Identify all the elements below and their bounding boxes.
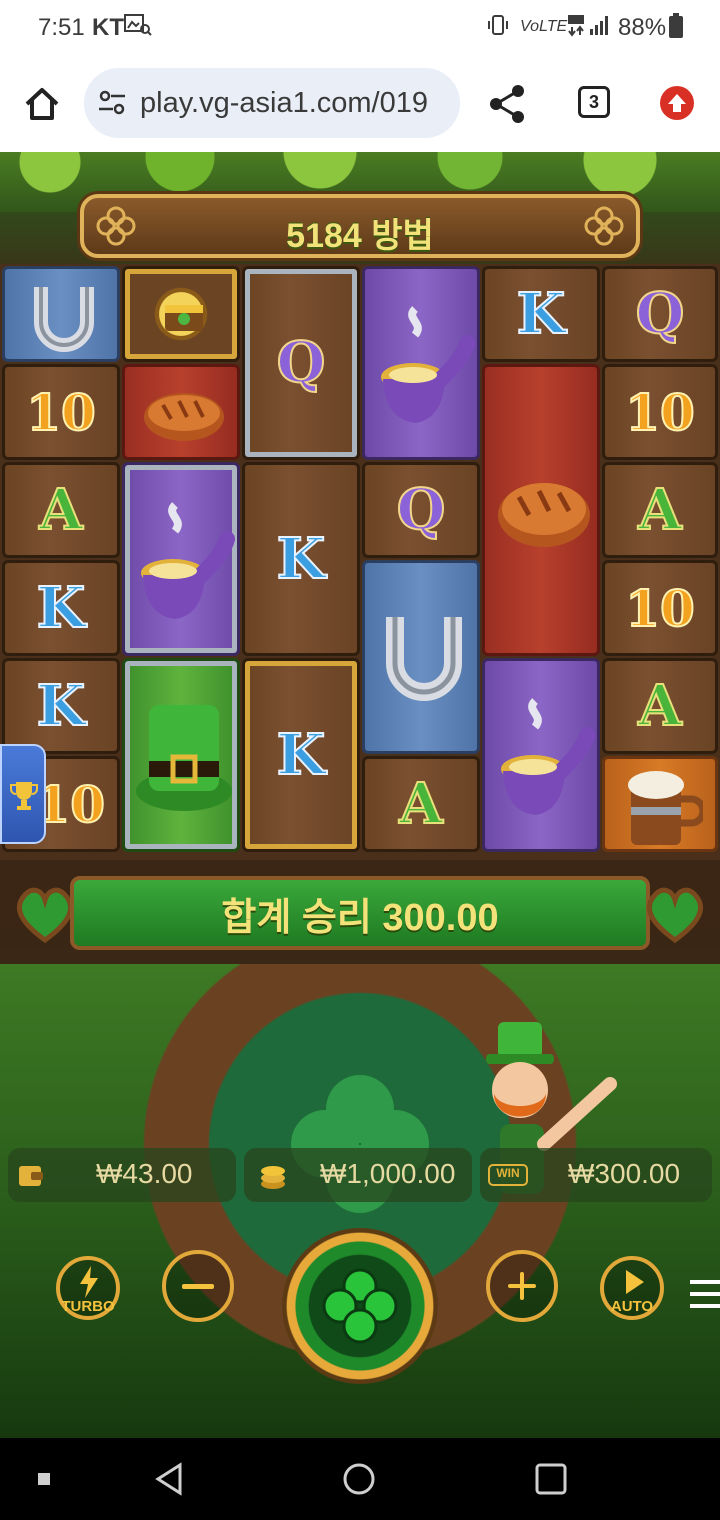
balance-value: ₩43.00	[96, 1158, 193, 1189]
address-bar[interactable]: play.vg-asia1.com/019	[84, 68, 460, 138]
screen: 7:51 KT VoLTE 88% play.vg-asia1.com/019	[0, 0, 720, 1520]
auto-label: AUTO	[610, 1298, 654, 1315]
gallery-notification-icon	[124, 13, 152, 43]
q-symbol: Q	[362, 462, 480, 558]
home-nav-icon[interactable]	[342, 1462, 376, 1501]
reel-grid: 10 A K K 10 Q K K Q A K Q 10 A 10 A	[0, 264, 720, 860]
update-icon[interactable]	[660, 86, 694, 120]
leprechaun-hat-symbol	[122, 658, 240, 852]
url-text: play.vg-asia1.com/019	[140, 87, 429, 119]
home-icon[interactable]	[22, 84, 62, 124]
browser-toolbar: play.vg-asia1.com/019 3	[0, 56, 720, 152]
ten-symbol: 10	[602, 364, 718, 460]
win-badge: WIN	[488, 1164, 528, 1186]
recents-icon[interactable]	[534, 1462, 568, 1501]
volte-icon: VoLTE	[520, 18, 568, 35]
win-panel: WIN ₩300.00	[480, 1148, 712, 1202]
a-symbol: A	[602, 462, 718, 558]
k-symbol: K	[2, 658, 120, 754]
pipe-symbol	[122, 462, 240, 656]
site-settings-icon[interactable]	[98, 90, 126, 116]
k-symbol: K	[242, 658, 360, 852]
bread-symbol	[122, 364, 240, 460]
win-value: ₩300.00	[568, 1158, 681, 1189]
status-bar: 7:51 KT VoLTE 88%	[0, 0, 720, 56]
a-symbol: A	[362, 756, 480, 852]
coins-icon	[258, 1160, 288, 1190]
ways-banner: 5184 방법	[80, 194, 640, 258]
signal-icon	[588, 13, 612, 43]
q-symbol: Q	[602, 266, 718, 362]
auto-button[interactable]: AUTO	[600, 1256, 664, 1320]
a-symbol: A	[602, 658, 718, 754]
share-icon[interactable]	[488, 84, 526, 124]
bread-symbol	[482, 364, 600, 656]
vibrate-icon	[486, 13, 510, 43]
pot-of-gold-symbol	[122, 266, 240, 362]
clover-emblem-icon	[270, 1054, 450, 1234]
decrease-bet-button[interactable]	[162, 1250, 234, 1322]
pipe-symbol	[482, 658, 600, 852]
spin-button[interactable]	[282, 1228, 438, 1384]
balance-panel: ₩43.00	[8, 1148, 236, 1202]
total-win-banner: 합계 승리 300.00	[0, 864, 720, 964]
k-symbol: K	[242, 462, 360, 656]
total-win-text: 합계 승리 300.00	[221, 897, 499, 939]
ways-count: 5184 방법	[286, 217, 434, 255]
clover-ornament-icon	[582, 204, 626, 248]
wallet-icon	[16, 1160, 46, 1190]
a-symbol: A	[2, 462, 120, 558]
battery-icon	[668, 13, 684, 45]
increase-bet-button[interactable]	[486, 1250, 558, 1322]
turbo-label: TURBO	[61, 1298, 115, 1315]
k-symbol: K	[2, 560, 120, 656]
bet-value: ₩1,000.00	[320, 1158, 456, 1189]
menu-icon[interactable]	[690, 1276, 720, 1312]
horseshoe-symbol	[362, 560, 480, 754]
q-symbol: Q	[242, 266, 360, 460]
nav-dot-icon	[38, 1472, 50, 1490]
ten-symbol: 10	[2, 364, 120, 460]
lte-icon	[566, 13, 586, 43]
horseshoe-symbol	[2, 266, 120, 362]
pipe-symbol	[362, 266, 480, 460]
turbo-button[interactable]: TURBO	[56, 1256, 120, 1320]
balance-row: ₩43.00 ₩1,000.00 WIN ₩300.00	[0, 1148, 720, 1204]
tab-switcher-button[interactable]: 3	[578, 86, 610, 118]
system-nav-bar	[0, 1438, 720, 1520]
ten-symbol: 10	[602, 560, 718, 656]
k-symbol: K	[482, 266, 600, 362]
leaderboard-tab[interactable]	[0, 744, 46, 844]
status-carrier: KT	[92, 14, 124, 41]
controls-row: TURBO AUTO	[0, 1228, 720, 1398]
battery-percent: 88%	[618, 14, 667, 41]
clover-ornament-icon	[640, 882, 710, 944]
bet-panel: ₩1,000.00	[244, 1148, 472, 1202]
status-time: 7:51	[38, 14, 85, 41]
back-icon[interactable]	[154, 1462, 184, 1501]
beer-mug-symbol	[602, 756, 718, 852]
game-canvas: 5184 방법 10 A K K 10 Q K K Q A K Q 10 A 1…	[0, 152, 720, 1438]
